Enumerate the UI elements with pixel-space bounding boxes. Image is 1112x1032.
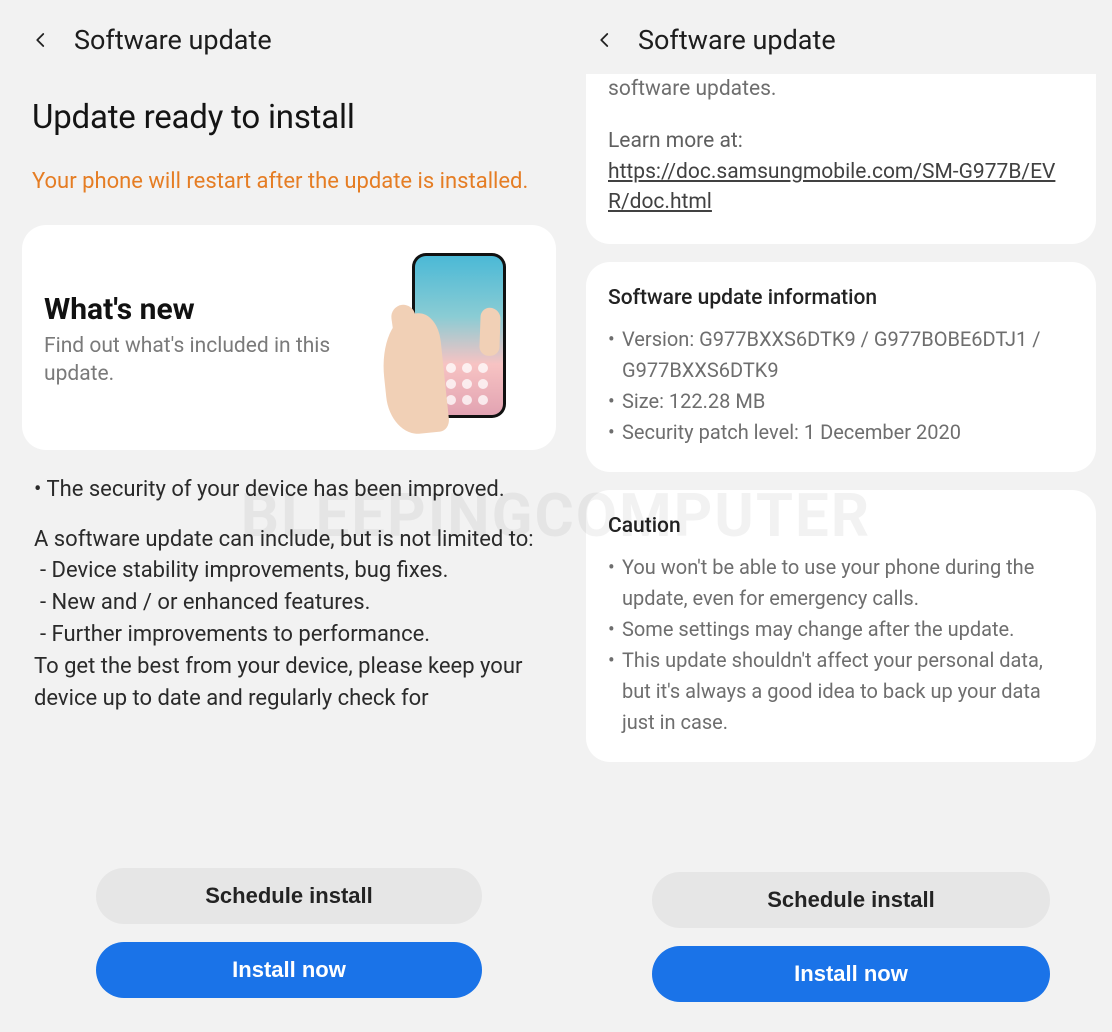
phone-illustration xyxy=(384,253,534,428)
update-includes-intro: A software update can include, but is no… xyxy=(34,524,544,556)
screen-update-ready: Software update Update ready to install … xyxy=(16,10,562,1022)
learn-more-link[interactable]: https://doc.samsungmobile.com/SM-G977B/E… xyxy=(608,160,1055,214)
update-info-title: Software update information xyxy=(608,286,1074,310)
update-description: • The security of your device has been i… xyxy=(16,468,562,715)
caution-item: Some settings may change after the updat… xyxy=(622,614,1014,645)
header: Software update xyxy=(580,10,1102,74)
back-button[interactable] xyxy=(594,29,616,51)
whats-new-text: What's new Find out what's included in t… xyxy=(44,292,368,388)
info-size: Size: 122.28 MB xyxy=(622,386,765,417)
caution-item: This update shouldn't affect your person… xyxy=(622,645,1074,738)
description-continuation-card: software updates. Learn more at: https:/… xyxy=(586,74,1096,244)
security-bullet: • The security of your device has been i… xyxy=(34,474,544,506)
header-title: Software update xyxy=(74,24,272,56)
schedule-install-button[interactable]: Schedule install xyxy=(652,872,1050,928)
caution-title: Caution xyxy=(608,514,1074,538)
action-buttons: Schedule install Install now xyxy=(16,854,562,1022)
whats-new-title: What's new xyxy=(44,292,368,327)
update-includes-item: - New and / or enhanced features. xyxy=(34,587,544,619)
caution-card: Caution •You won't be able to use your p… xyxy=(586,490,1096,762)
update-includes-item: - Further improvements to performance. xyxy=(34,619,544,651)
install-now-button[interactable]: Install now xyxy=(96,942,482,998)
whats-new-subtitle: Find out what's included in this update. xyxy=(44,333,344,388)
update-includes-item: - Device stability improvements, bug fix… xyxy=(34,555,544,587)
schedule-install-button[interactable]: Schedule install xyxy=(96,868,482,924)
info-version: Version: G977BXXS6DTK9 / G977BOBE6DTJ1 /… xyxy=(622,324,1074,386)
action-buttons: Schedule install Install now xyxy=(580,858,1102,1022)
screen-update-details: Software update software updates. Learn … xyxy=(580,10,1102,1022)
update-info-card: Software update information •Version: G9… xyxy=(586,262,1096,472)
header: Software update xyxy=(16,10,562,74)
install-now-button[interactable]: Install now xyxy=(652,946,1050,1002)
caution-item: You won't be able to use your phone duri… xyxy=(622,552,1074,614)
whats-new-card[interactable]: What's new Find out what's included in t… xyxy=(22,225,556,450)
back-icon xyxy=(596,26,614,54)
page-headline: Update ready to install xyxy=(16,74,562,145)
info-patch-level: Security patch level: 1 December 2020 xyxy=(622,417,961,448)
caution-list: •You won't be able to use your phone dur… xyxy=(608,552,1074,738)
update-tail-text: To get the best from your device, please… xyxy=(34,651,544,715)
description-fragment: software updates. xyxy=(608,74,1074,104)
restart-warning: Your phone will restart after the update… xyxy=(16,145,562,225)
back-button[interactable] xyxy=(30,29,52,51)
back-icon xyxy=(32,26,50,54)
learn-more-label: Learn more at: xyxy=(608,126,1074,156)
header-title: Software update xyxy=(638,24,836,56)
